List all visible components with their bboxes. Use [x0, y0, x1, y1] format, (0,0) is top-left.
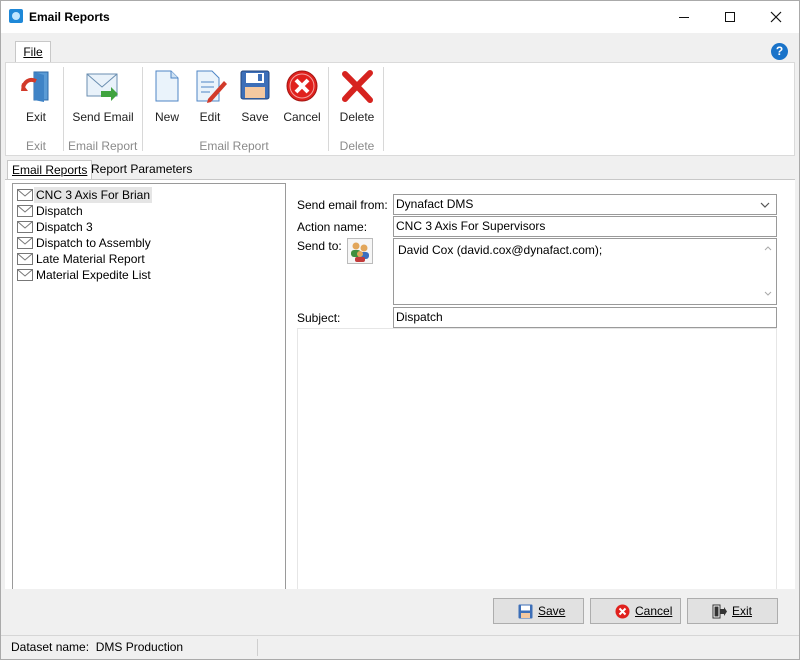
save-button[interactable]: Save: [493, 598, 584, 624]
ribbon-exit-label: Exit: [25, 110, 46, 124]
send-from-value: Dynafact DMS: [396, 197, 474, 211]
group-label-exit: Exit: [25, 139, 46, 153]
mail-icon: [17, 189, 33, 201]
status-separator: [257, 639, 258, 656]
cancel-button-label: Cancel: [635, 604, 673, 618]
list-item-label: Dispatch: [36, 204, 83, 218]
ribbon-save-button[interactable]: Save: [234, 67, 276, 127]
cancel-icon: [615, 604, 630, 619]
content-area: CNC 3 Axis For Brian Dispatch Dispatch 3…: [5, 179, 795, 633]
close-button[interactable]: [753, 1, 799, 33]
save-icon: [518, 604, 533, 619]
tab-email-reports[interactable]: Email Reports: [7, 160, 93, 179]
ribbon-send-email-button[interactable]: Send Email: [68, 67, 138, 127]
save-button-label: Save: [538, 604, 566, 618]
group-label-email-report: Email Report: [68, 139, 138, 153]
send-to-scrollbar[interactable]: [762, 241, 774, 301]
action-name-label: Action name:: [297, 220, 368, 234]
ribbon-toolbar: Exit Exit Send Email Email Report New Ed…: [5, 62, 795, 156]
contacts-icon: [351, 242, 369, 262]
ribbon-tab-file[interactable]: File: [15, 41, 51, 63]
edit-document-icon: [196, 70, 227, 103]
email-report-list[interactable]: CNC 3 Axis For Brian Dispatch Dispatch 3…: [12, 183, 286, 590]
action-name-field[interactable]: CNC 3 Axis For Supervisors: [393, 216, 777, 237]
exit-button-label: Exit: [732, 604, 753, 618]
ribbon-new-button[interactable]: New: [148, 67, 186, 127]
content-tab-strip: Email Reports Report Parameters: [5, 157, 795, 179]
ribbon-tab-strip: File ?: [1, 33, 799, 63]
list-item-label: Dispatch to Assembly: [36, 236, 151, 250]
bottom-button-bar: Save Cancel Exit: [5, 589, 795, 633]
group-label-delete: Delete: [339, 139, 375, 153]
ribbon-edit-label: Edit: [199, 110, 221, 124]
maximize-button[interactable]: [707, 1, 753, 33]
ribbon-edit-button[interactable]: Edit: [190, 67, 230, 127]
email-reports-window: Email Reports File ? Exit Exit Send Emai…: [0, 0, 800, 660]
ribbon-send-email-label: Send Email: [72, 110, 134, 124]
delete-x-icon: [342, 70, 373, 103]
mail-icon: [17, 269, 33, 281]
exit-door-icon: [712, 604, 727, 619]
send-email-icon: [86, 73, 118, 101]
maximize-icon: [725, 12, 735, 23]
ribbon-delete-button[interactable]: Delete: [334, 67, 380, 127]
mail-icon: [17, 221, 33, 233]
contacts-picker-button[interactable]: [347, 238, 373, 264]
status-bar: Dataset name: DMS Production: [1, 635, 799, 659]
group-separator: [328, 67, 329, 151]
list-item-label: Dispatch 3: [36, 220, 93, 234]
chevron-down-icon: [760, 202, 770, 208]
minimize-button[interactable]: [661, 1, 707, 33]
exit-door-icon: [21, 71, 49, 102]
email-body-area[interactable]: [297, 328, 777, 590]
send-from-label: Send email from:: [297, 198, 388, 212]
send-to-label: Send to:: [297, 239, 342, 253]
ribbon-cancel-button[interactable]: Cancel: [280, 67, 324, 127]
cancel-icon: [286, 70, 318, 102]
mail-icon: [17, 237, 33, 249]
dataset-name-status: Dataset name: DMS Production: [11, 640, 184, 654]
help-icon[interactable]: ?: [771, 43, 788, 60]
list-item-label: Late Material Report: [36, 252, 145, 266]
subject-label: Subject:: [297, 311, 341, 325]
subject-value: Dispatch: [396, 310, 443, 324]
send-to-value: David Cox (david.cox@dynafact.com);: [398, 243, 603, 257]
ribbon-exit-button[interactable]: Exit: [12, 67, 60, 127]
subject-field[interactable]: Dispatch: [393, 307, 777, 328]
ribbon-cancel-label: Cancel: [283, 110, 321, 124]
ribbon-delete-label: Delete: [339, 110, 375, 124]
ribbon-tab-file-label: File: [23, 45, 43, 59]
ribbon-new-label: New: [154, 110, 179, 124]
exit-button[interactable]: Exit: [687, 598, 778, 624]
list-item-label: Material Expedite List: [36, 268, 151, 282]
group-separator: [63, 67, 64, 151]
group-label-email-report-2: Email Report: [199, 139, 269, 153]
app-icon: [9, 9, 23, 23]
minimize-icon: [679, 16, 689, 18]
send-from-select[interactable]: Dynafact DMS: [393, 194, 777, 215]
action-name-value: CNC 3 Axis For Supervisors: [396, 219, 546, 233]
mail-icon: [17, 205, 33, 217]
tab-email-reports-label: Email Reports: [12, 163, 88, 177]
save-floppy-icon: [240, 70, 270, 100]
group-separator: [383, 67, 384, 151]
window-title: Email Reports: [29, 10, 110, 24]
group-separator: [142, 67, 143, 151]
cancel-button[interactable]: Cancel: [590, 598, 681, 624]
tab-report-parameters-label: Report Parameters: [91, 162, 193, 176]
close-icon: [770, 11, 782, 23]
new-document-icon: [155, 70, 179, 102]
title-bar: Email Reports: [1, 1, 799, 33]
mail-icon: [17, 253, 33, 265]
ribbon-save-label: Save: [241, 110, 269, 124]
tab-report-parameters[interactable]: Report Parameters: [87, 160, 196, 179]
list-item-label: CNC 3 Axis For Brian: [34, 187, 153, 203]
send-to-field[interactable]: David Cox (david.cox@dynafact.com);: [393, 238, 777, 305]
